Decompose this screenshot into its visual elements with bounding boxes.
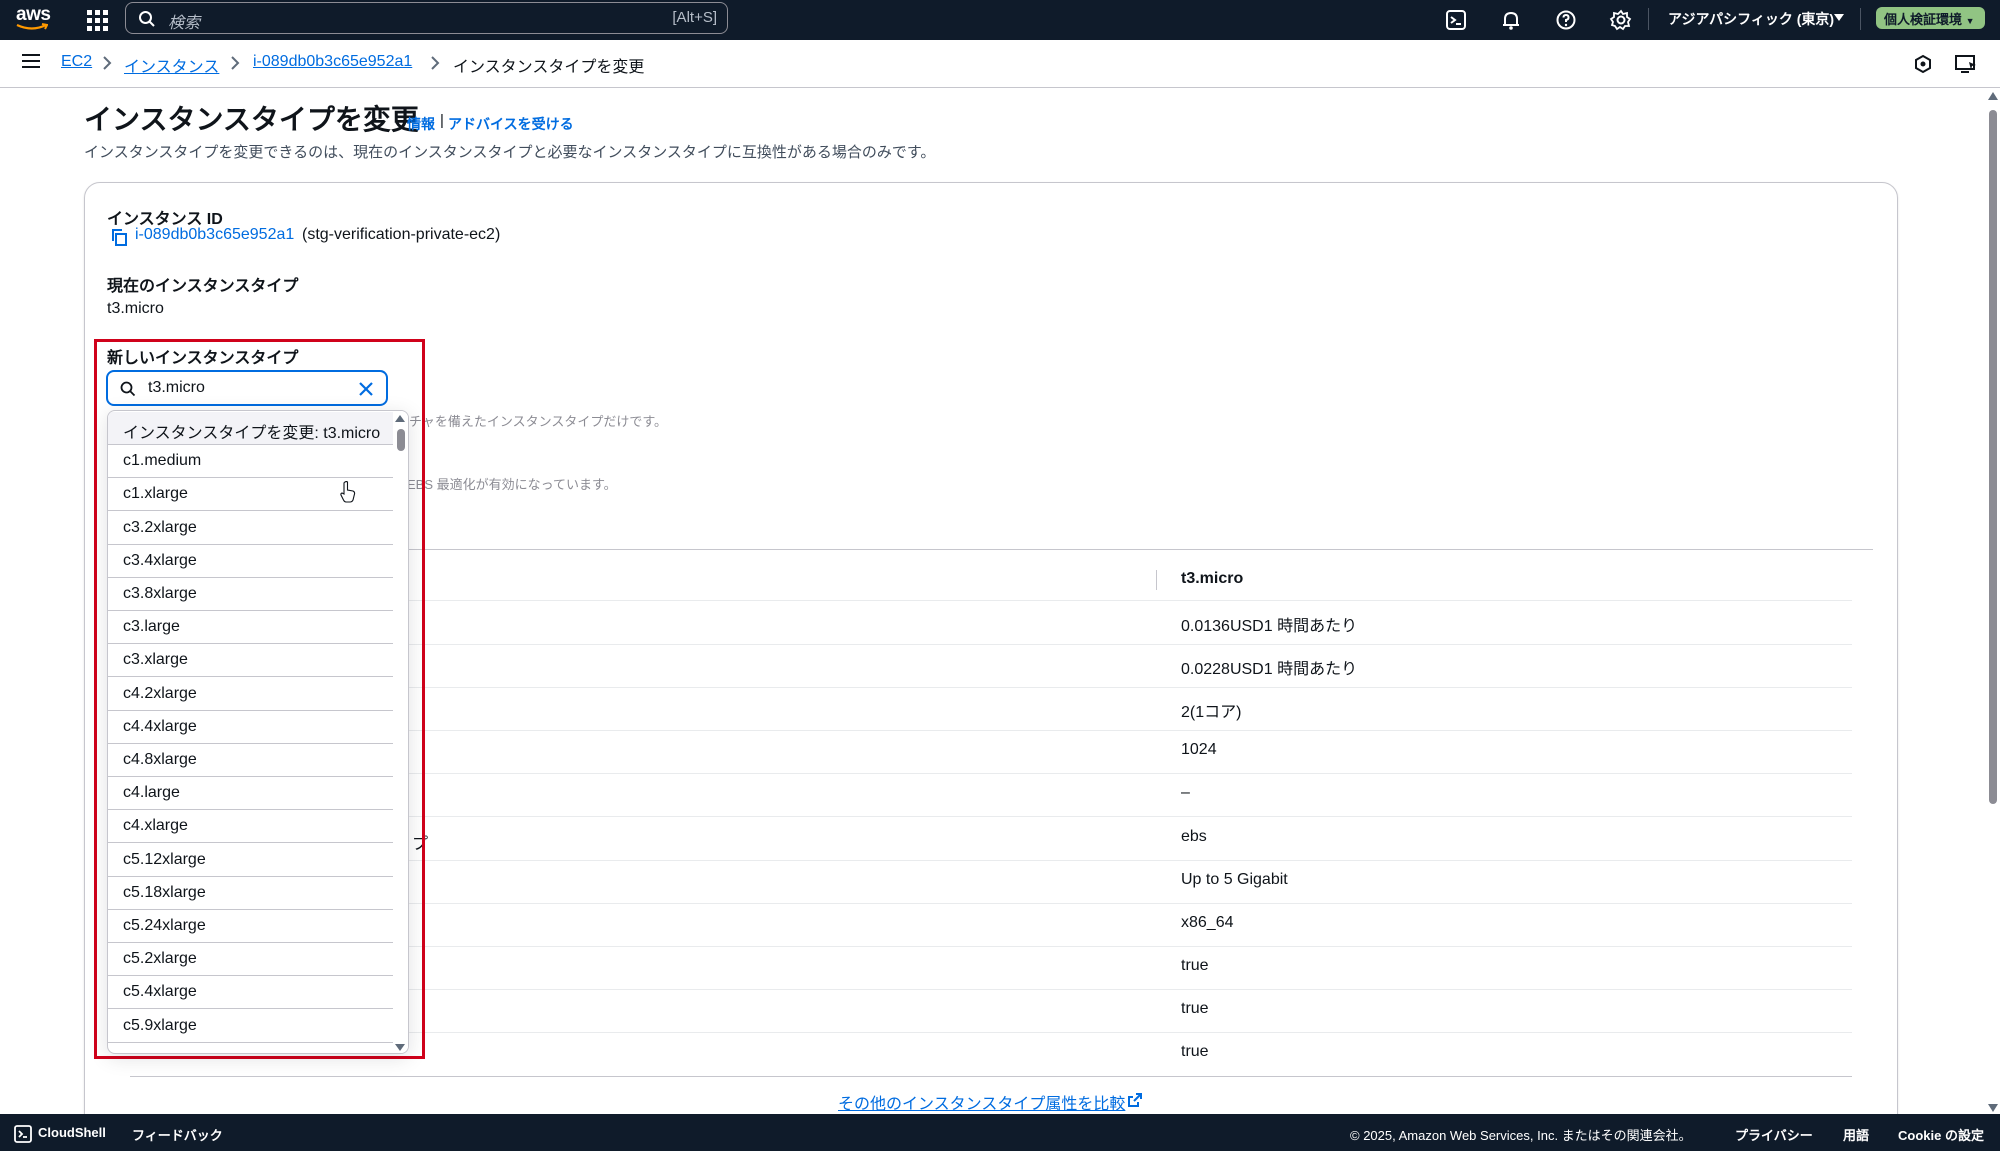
dropdown-option[interactable]: c4.large: [108, 777, 393, 811]
settings-gear-icon[interactable]: [1608, 7, 1634, 33]
page-scrollbar[interactable]: [1986, 88, 2000, 1114]
dropdown-option[interactable]: c3.2xlarge: [108, 511, 393, 545]
dropdown-option[interactable]: c5.18xlarge: [108, 876, 393, 910]
page-scroll-down-icon[interactable]: [1988, 1104, 1998, 1112]
aws-logo[interactable]: aws: [14, 4, 54, 34]
cloudshell-icon[interactable]: [1443, 7, 1469, 33]
footer-feedback-link[interactable]: フィードバック: [132, 1125, 223, 1144]
dropdown-option[interactable]: インスタンスタイプを変更: t3.micro: [108, 412, 393, 445]
environment-badge-label: 個人検証環境: [1884, 12, 1963, 27]
instance-type-dropdown-list[interactable]: インスタンスタイプを変更: t3.micro c1.medium c1.xlarge…: [107, 410, 409, 1054]
dropdown-option[interactable]: c5.9xlarge: [108, 1009, 393, 1043]
table-bottom-divider: [130, 1076, 1852, 1077]
clear-icon[interactable]: [358, 381, 374, 397]
comparison-value: 1024: [1181, 741, 1217, 759]
comparison-value: 2(1コア): [1181, 704, 1242, 722]
comparison-value: –: [1181, 784, 1190, 802]
footer-privacy-link[interactable]: プライバシー: [1735, 1125, 1813, 1144]
breadcrumb-bar: EC2 インスタンス i-089db0b3c65e952a1 インスタンスタイプ…: [0, 40, 2000, 88]
dropdown-scroll-thumb[interactable]: [397, 429, 405, 451]
footer-terms-link[interactable]: 用語: [1843, 1125, 1869, 1144]
comparison-column-header: t3.micro: [1181, 570, 1244, 587]
page-scroll-up-icon[interactable]: [1988, 92, 1998, 100]
instance-name: (stg-verification-private-ec2): [302, 226, 501, 243]
comparison-value: true: [1181, 999, 1209, 1017]
current-type-label: 現在のインスタンスタイプ: [107, 278, 299, 295]
footer-copyright: © 2025, Amazon Web Services, Inc. またはその関…: [1350, 1128, 1692, 1143]
scroll-down-arrow-icon[interactable]: [395, 1044, 405, 1051]
dropdown-option[interactable]: c5.4xlarge: [108, 976, 393, 1010]
breadcrumb-instance-id[interactable]: i-089db0b3c65e952a1: [253, 53, 412, 71]
instance-id-link[interactable]: i-089db0b3c65e952a1: [135, 226, 294, 244]
dropdown-option[interactable]: c3.8xlarge: [108, 578, 393, 611]
column-separator: [1156, 570, 1157, 590]
dropdown-scrollbar[interactable]: [394, 411, 408, 1053]
environment-badge[interactable]: 個人検証環境 ▼: [1876, 7, 1985, 29]
dropdown-option[interactable]: c4.8xlarge: [108, 744, 393, 777]
copy-icon[interactable]: [110, 228, 128, 246]
breadcrumb-ec2[interactable]: EC2: [61, 53, 92, 71]
advice-link[interactable]: アドバイスを受ける: [448, 114, 574, 134]
top-navigation-bar: aws 検索 [Alt+S] アジアパシフィック (東京) 個人検証環境 ▼: [0, 0, 2000, 40]
page-title: インスタンスタイプを変更: [84, 104, 419, 135]
ebs-note: EBS 最適化が有効になっています。: [407, 477, 617, 492]
instance-type-input-value: t3.micro: [148, 379, 205, 396]
compare-attributes-label: その他のインスタンスタイプ属性を比較: [838, 1096, 1126, 1113]
dropdown-option[interactable]: c5.2xlarge: [108, 943, 393, 977]
chevron-down-icon[interactable]: [1834, 14, 1844, 22]
footer-cloudshell-link[interactable]: CloudShell: [38, 1125, 106, 1140]
breadcrumb-instances[interactable]: インスタンス: [124, 53, 219, 77]
current-type-value: t3.micro: [107, 300, 164, 317]
architecture-note: チャを備えたインスタンスタイプだけです。: [409, 414, 668, 429]
chevron-down-icon: ▼: [1965, 16, 1975, 26]
compare-attributes-link[interactable]: その他のインスタンスタイプ属性を比較: [838, 1090, 1125, 1114]
region-selector[interactable]: アジアパシフィック (東京): [1668, 9, 1834, 29]
dropdown-option[interactable]: c3.4xlarge: [108, 544, 393, 578]
comparison-value: x86_64: [1181, 913, 1234, 931]
help-icon[interactable]: [1553, 7, 1579, 33]
cloudshell-icon[interactable]: [14, 1125, 32, 1143]
page-scroll-thumb[interactable]: [1989, 110, 1997, 804]
comparison-value: ebs: [1181, 827, 1207, 845]
nav-divider: [1648, 8, 1649, 30]
comparison-value: true: [1181, 1043, 1209, 1060]
dropdown-option[interactable]: c5.24xlarge: [108, 910, 393, 943]
console-footer: CloudShell フィードバック © 2025, Amazon Web Se…: [0, 1114, 2000, 1151]
services-menu-icon[interactable]: [84, 7, 110, 33]
search-icon: [139, 11, 155, 27]
scroll-up-arrow-icon[interactable]: [395, 415, 405, 422]
comparison-value: true: [1181, 956, 1209, 974]
dropdown-option[interactable]: c5.12xlarge: [108, 843, 393, 877]
global-search-input[interactable]: 検索 [Alt+S]: [125, 2, 728, 34]
search-placeholder: 検索: [168, 15, 201, 32]
notifications-status-icon[interactable]: [1912, 53, 1934, 75]
dropdown-option[interactable]: c3.xlarge: [108, 644, 393, 678]
footer-cookie-link[interactable]: Cookie の設定: [1898, 1125, 1984, 1144]
link-separator: |: [440, 112, 444, 129]
instance-type-search-input[interactable]: t3.micro: [106, 370, 388, 406]
comparison-value: 0.0228USD1 時間あたり: [1181, 661, 1358, 679]
search-shortcut-hint: [Alt+S]: [672, 9, 717, 26]
chevron-right-icon: [431, 56, 440, 70]
mouse-pointer-icon: [340, 481, 356, 503]
display-preferences-icon[interactable]: [1954, 53, 1978, 75]
chevron-right-icon: [231, 56, 240, 70]
chevron-right-icon: [103, 56, 112, 70]
new-type-label: 新しいインスタンスタイプ: [107, 350, 299, 367]
dropdown-option[interactable]: c1.medium: [108, 445, 393, 479]
dropdown-option[interactable]: c4.xlarge: [108, 810, 393, 844]
breadcrumb-current: インスタンスタイプを変更: [453, 59, 645, 76]
comparison-value: Up to 5 Gigabit: [1181, 870, 1288, 888]
info-link[interactable]: 情報: [407, 114, 435, 134]
dropdown-option[interactable]: c4.2xlarge: [108, 677, 393, 711]
external-link-icon[interactable]: [1127, 1092, 1143, 1108]
dropdown-option[interactable]: c4.4xlarge: [108, 710, 393, 744]
dropdown-option[interactable]: c3.large: [108, 611, 393, 645]
nav-divider: [1860, 8, 1861, 30]
hamburger-menu-icon[interactable]: [22, 54, 40, 70]
comparison-value: 0.0136USD1 時間あたり: [1181, 618, 1358, 635]
notifications-bell-icon[interactable]: [1498, 7, 1524, 33]
page-description: インスタンスタイプを変更できるのは、現在のインスタンスタイプと必要なインスタンス…: [84, 144, 936, 161]
search-icon: [120, 381, 136, 397]
